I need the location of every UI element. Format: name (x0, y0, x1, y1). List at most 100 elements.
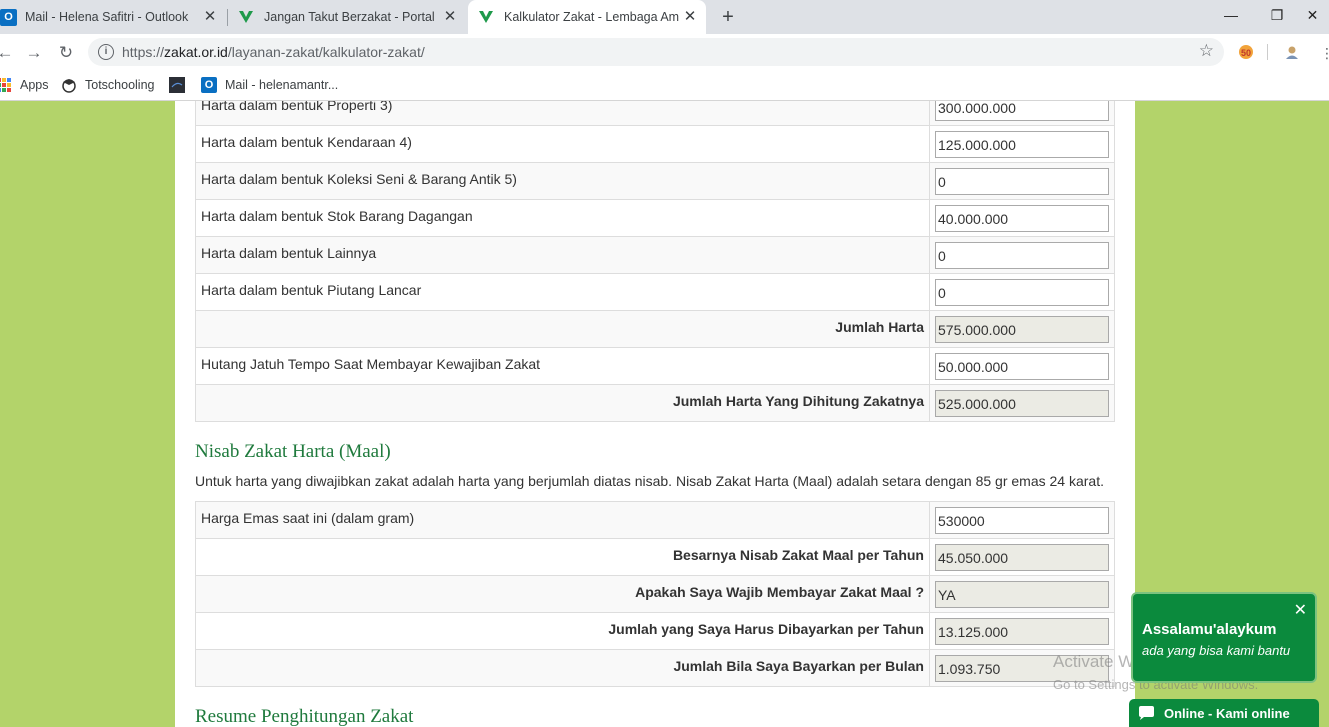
row-field-cell (929, 649, 1115, 687)
close-icon[interactable]: ✕ (1294, 600, 1307, 620)
window-close-button[interactable]: ✕ (1296, 0, 1329, 30)
table-row: Harta dalam bentuk Stok Barang Dagangan (195, 199, 1115, 237)
chat-online-button[interactable]: Online - Kami online (1129, 699, 1319, 727)
table-row: Harta dalam bentuk Properti 3) (195, 101, 1115, 126)
apps-grid-icon (0, 78, 11, 92)
nisab-table: Harga Emas saat ini (dalam gram)Besarnya… (195, 501, 1115, 687)
chat-greeting-bubble[interactable]: ✕ Assalamu'alaykum ada yang bisa kami ba… (1131, 592, 1317, 683)
computed-value-field[interactable] (935, 316, 1109, 343)
reload-button[interactable]: ↻ (55, 42, 77, 64)
row-label: Harta dalam bentuk Lainnya (195, 236, 930, 274)
amount-input[interactable] (935, 131, 1109, 158)
amount-input[interactable] (935, 353, 1109, 380)
minimize-button[interactable]: — (1208, 0, 1254, 30)
bookmark-label: Totschooling (85, 78, 155, 92)
row-label: Jumlah Harta Yang Dihitung Zakatnya (195, 384, 930, 422)
menu-icon[interactable]: ⋮ (1316, 42, 1329, 64)
row-label: Harta dalam bentuk Koleksi Seni & Barang… (195, 162, 930, 200)
harta-table: Harta dalam bentuk Properti 3)Harta dala… (195, 101, 1115, 422)
svg-text:50: 50 (1241, 48, 1251, 58)
outlook-icon: O (0, 8, 17, 26)
baznas-icon (479, 11, 493, 23)
amount-input[interactable] (935, 168, 1109, 195)
row-field-cell (929, 575, 1115, 613)
info-icon[interactable]: i (98, 44, 114, 60)
chat-online-label: Online - Kami online (1164, 705, 1290, 721)
row-label: Apakah Saya Wajib Membayar Zakat Maal ? (195, 575, 930, 613)
tab-jangan-takut-berzakat[interactable]: Jangan Takut Berzakat - Portal Do ✕ (228, 0, 466, 34)
row-label: Harga Emas saat ini (dalam gram) (195, 501, 930, 539)
row-field-cell (929, 310, 1115, 348)
amount-input[interactable] (935, 205, 1109, 232)
close-icon[interactable]: ✕ (202, 9, 218, 25)
forward-button[interactable]: → (23, 42, 45, 64)
toolbar-divider (1267, 44, 1268, 60)
row-label: Harta dalam bentuk Properti 3) (195, 101, 930, 126)
chat-subtitle: ada yang bisa kami bantu (1142, 643, 1291, 658)
baznas-icon (239, 11, 253, 23)
maximize-button[interactable]: ❐ (1254, 0, 1300, 30)
url-host: zakat.or.id (164, 44, 228, 60)
row-label: Harta dalam bentuk Kendaraan 4) (195, 125, 930, 163)
computed-value-field[interactable] (935, 655, 1109, 682)
new-tab-button[interactable]: + (717, 6, 739, 28)
table-row: Harta dalam bentuk Koleksi Seni & Barang… (195, 162, 1115, 200)
amount-input[interactable] (935, 279, 1109, 306)
bookmark-apps[interactable]: Apps (0, 76, 49, 94)
bookmark-label: Apps (20, 78, 49, 92)
bookmark-star-icon[interactable]: ☆ (1199, 41, 1214, 61)
amount-input[interactable] (935, 242, 1109, 269)
row-field-cell (929, 384, 1115, 422)
address-bar[interactable]: i https://zakat.or.id/layanan-zakat/kalk… (88, 38, 1224, 66)
row-field-cell (929, 101, 1115, 126)
close-icon[interactable]: ✕ (442, 9, 458, 25)
nisab-section-title: Nisab Zakat Harta (Maal) (195, 441, 391, 462)
tab-outlook-mail[interactable]: O Mail - Helena Safitri - Outlook ✕ (0, 0, 226, 34)
row-field-cell (929, 125, 1115, 163)
table-row: Harga Emas saat ini (dalam gram) (195, 501, 1115, 539)
outlook-icon: O (201, 77, 217, 93)
table-row: Jumlah Bila Saya Bayarkan per Bulan (195, 649, 1115, 687)
row-field-cell (929, 612, 1115, 650)
computed-value-field[interactable] (935, 544, 1109, 571)
bookmark-dark[interactable] (169, 76, 193, 94)
row-label: Besarnya Nisab Zakat Maal per Tahun (195, 538, 930, 576)
url-text[interactable]: https://zakat.or.id/layanan-zakat/kalkul… (122, 44, 425, 60)
url-scheme: https:// (122, 44, 165, 60)
table-row: Jumlah Harta Yang Dihitung Zakatnya (195, 384, 1115, 422)
computed-value-field[interactable] (935, 618, 1109, 645)
row-label: Jumlah Harta (195, 310, 930, 348)
bookmark-totschooling[interactable]: Totschooling (61, 76, 155, 94)
bookmark-mail[interactable]: O Mail - helenamantr... (201, 76, 338, 94)
url-path: /layanan-zakat/kalkulator-zakat/ (227, 44, 425, 60)
amount-input[interactable] (935, 101, 1109, 121)
tab-title: Jangan Takut Berzakat - Portal Do (264, 10, 439, 24)
computed-value-field[interactable] (935, 390, 1109, 417)
totschooling-icon (62, 79, 76, 93)
back-button[interactable]: ← (0, 42, 16, 64)
row-label: Harta dalam bentuk Piutang Lancar (195, 273, 930, 311)
chat-greeting: Assalamu'alaykum (1142, 621, 1277, 638)
table-row: Harta dalam bentuk Kendaraan 4) (195, 125, 1115, 163)
amount-input[interactable] (935, 507, 1109, 534)
tab-kalkulator-zakat[interactable]: Kalkulator Zakat - Lembaga Amil ✕ (468, 0, 706, 34)
bookmark-dark-icon (169, 77, 185, 93)
calculator-page: Harta dalam bentuk Properti 3)Harta dala… (175, 101, 1135, 727)
row-field-cell (929, 199, 1115, 237)
browser-toolbar: ← → ↻ i https://zakat.or.id/layanan-zaka… (0, 34, 1329, 70)
table-row: Besarnya Nisab Zakat Maal per Tahun (195, 538, 1115, 576)
computed-value-field[interactable] (935, 581, 1109, 608)
row-field-cell (929, 538, 1115, 576)
table-row: Jumlah Harta (195, 310, 1115, 348)
close-icon[interactable]: ✕ (682, 9, 698, 25)
row-field-cell (929, 162, 1115, 200)
speech-bubble-icon (1139, 705, 1154, 720)
bookmarks-bar: Apps Totschooling O Mail - helenamantr..… (0, 70, 1329, 101)
table-row: Apakah Saya Wajib Membayar Zakat Maal ? (195, 575, 1115, 613)
row-label: Jumlah yang Saya Harus Dibayarkan per Ta… (195, 612, 930, 650)
nisab-section-description: Untuk harta yang diwajibkan zakat adalah… (195, 473, 1104, 489)
table-row: Jumlah yang Saya Harus Dibayarkan per Ta… (195, 612, 1115, 650)
tab-title: Mail - Helena Safitri - Outlook (25, 10, 189, 24)
profile-avatar-icon[interactable] (1283, 43, 1301, 61)
extension-icon[interactable]: 50 (1237, 43, 1255, 61)
